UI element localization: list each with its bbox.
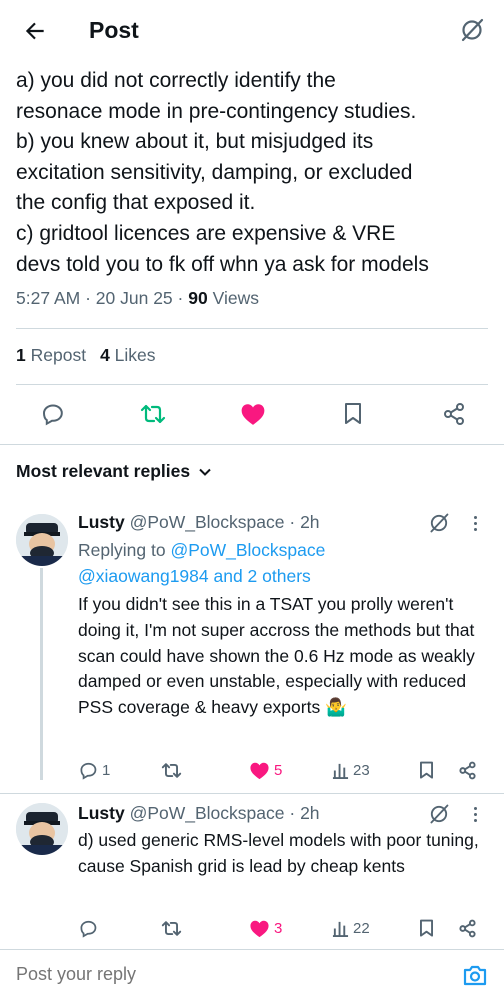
page-title: Post	[89, 17, 139, 43]
more-button[interactable]	[468, 803, 482, 825]
post-date: 20 Jun 25	[95, 288, 173, 308]
repost-button[interactable]	[161, 915, 186, 941]
reply-sort-label: Most relevant replies	[16, 461, 191, 481]
grok-icon	[430, 513, 449, 533]
views-label: Views	[212, 288, 259, 308]
divider	[0, 793, 504, 794]
share-button[interactable]	[458, 757, 477, 783]
camera-icon	[463, 965, 487, 986]
grok-icon	[461, 18, 484, 42]
reply-age: 2h	[300, 512, 320, 532]
reply-age: 2h	[300, 803, 320, 823]
like-count: 3	[274, 919, 283, 937]
chevron-down-icon	[199, 468, 211, 476]
reply-input[interactable]	[16, 964, 396, 985]
divider	[0, 444, 504, 445]
back-button[interactable]	[20, 16, 50, 46]
reply-button[interactable]	[39, 400, 67, 428]
back-arrow-icon	[25, 22, 44, 40]
share-icon	[459, 761, 476, 779]
reply-text: d) used generic RMS-level models with po…	[78, 830, 479, 876]
reposts-count: 1	[16, 345, 26, 365]
bookmark-button[interactable]	[339, 400, 367, 428]
bookmark-button[interactable]	[418, 915, 435, 941]
reply-author-handle[interactable]: @PoW_Blockspace	[130, 512, 285, 532]
post-text: a) you did not correctly identify the re…	[16, 69, 429, 276]
post-action-bar	[0, 392, 504, 436]
share-button[interactable]	[440, 400, 468, 428]
share-icon	[444, 403, 464, 425]
grok-button[interactable]	[428, 803, 450, 825]
reply-button[interactable]	[79, 915, 102, 941]
like-icon	[250, 920, 269, 937]
reply-icon	[42, 404, 63, 426]
reply-header: Lusty @PoW_Blockspace · 2h	[78, 512, 320, 532]
grok-button[interactable]	[458, 16, 486, 44]
camera-button[interactable]	[462, 962, 488, 988]
bookmark-icon	[345, 403, 361, 424]
views-count: 90	[188, 288, 208, 308]
more-icon	[473, 515, 477, 519]
avatar-image	[16, 803, 68, 855]
share-icon	[459, 919, 476, 937]
like-count: 5	[274, 761, 283, 779]
avatar-image	[16, 514, 68, 566]
reply-author-handle[interactable]: @PoW_Blockspace	[130, 803, 285, 823]
reply-action-bar: 3 22	[0, 915, 504, 941]
replying-others-link[interactable]: @xiaowang1984 and 2 others	[78, 566, 311, 586]
reply-sort-dropdown[interactable]: Most relevant replies	[16, 461, 212, 482]
grok-icon	[430, 804, 449, 824]
more-button[interactable]	[468, 512, 482, 534]
views-button[interactable]: 22	[332, 915, 370, 941]
repost-icon	[140, 404, 166, 424]
reply-header: Lusty @PoW_Blockspace · 2h	[78, 803, 320, 823]
grok-button[interactable]	[428, 512, 450, 534]
reposts-label: Repost	[30, 345, 87, 365]
like-icon	[250, 762, 269, 779]
reply-action-bar: 1 5 23	[0, 757, 504, 783]
repost-button[interactable]	[139, 400, 167, 428]
avatar[interactable]	[16, 514, 68, 566]
bookmark-icon	[420, 761, 433, 779]
like-icon	[241, 404, 265, 425]
replying-prefix: Replying to	[78, 540, 166, 560]
divider	[16, 384, 488, 385]
like-button[interactable]: 5	[249, 757, 282, 783]
repost-icon	[161, 762, 182, 778]
reply-button[interactable]: 1	[79, 757, 110, 783]
avatar[interactable]	[16, 803, 68, 855]
share-button[interactable]	[458, 915, 477, 941]
views-count: 23	[353, 761, 370, 779]
views-icon	[332, 921, 349, 937]
post-time: 5:27 AM	[16, 288, 81, 308]
likes-label: Likes	[114, 345, 156, 365]
top-bar: Post	[0, 0, 504, 62]
more-icon	[473, 806, 477, 810]
thread-line	[40, 568, 43, 780]
reply-icon	[80, 762, 97, 780]
likes-stat[interactable]: 4 Likes	[100, 345, 155, 366]
reply-text: If you didn't see this in a TSAT you pro…	[78, 594, 475, 718]
reply-count: 1	[102, 761, 111, 779]
views-icon	[332, 763, 349, 779]
bookmark-button[interactable]	[418, 757, 435, 783]
replying-handle-link[interactable]: @PoW_Blockspace	[170, 540, 325, 560]
views-button[interactable]: 23	[332, 757, 370, 783]
post-stats: 1 Repost 4 Likes	[16, 345, 156, 366]
reposts-stat[interactable]: 1 Repost	[16, 345, 86, 366]
likes-count: 4	[100, 345, 110, 365]
reply-author-name[interactable]: Lusty	[78, 803, 125, 823]
post-meta: 5:27 AM · 20 Jun 25 · 90 Views	[16, 288, 259, 308]
bookmark-icon	[420, 919, 433, 937]
like-button[interactable]	[239, 400, 267, 428]
reply-icon	[80, 920, 97, 938]
repost-icon	[161, 920, 182, 936]
reply-compose-bar	[0, 950, 504, 1000]
repost-button[interactable]	[161, 757, 186, 783]
views-count: 22	[353, 919, 370, 937]
replying-to: Replying to @PoW_Blockspace @xiaowang198…	[78, 538, 488, 589]
reply-author-name[interactable]: Lusty	[78, 512, 125, 532]
like-button[interactable]: 3	[249, 915, 282, 941]
divider	[16, 328, 488, 329]
